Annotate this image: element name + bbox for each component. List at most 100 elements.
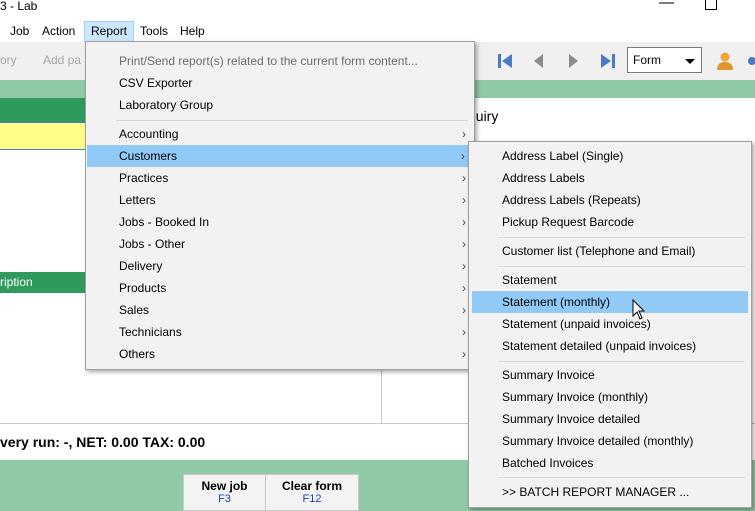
menu-separator <box>499 477 745 478</box>
window-title: 3 - Lab <box>0 0 38 13</box>
submenu-item-statement-monthly[interactable]: Statement (monthly) <box>472 291 748 313</box>
menu-item-practices[interactable]: Practices › <box>86 167 474 189</box>
submenu-item-label: Address Labels (Repeats) <box>502 193 641 207</box>
chevron-right-icon: › <box>462 347 466 361</box>
user-icon[interactable] <box>714 50 736 72</box>
divider <box>381 367 382 423</box>
view-select[interactable]: Form <box>627 47 702 73</box>
new-job-button[interactable]: New job F3 <box>183 474 266 511</box>
menu-item-label: Delivery <box>119 259 163 273</box>
mouse-cursor-icon <box>632 299 646 320</box>
submenu-item-address-label-single[interactable]: Address Label (Single) <box>469 145 751 167</box>
menu-item-label: Customers <box>119 149 178 163</box>
submenu-item-label: Summary Invoice detailed (monthly) <box>502 434 694 448</box>
section-header <box>0 98 85 122</box>
new-job-shortcut: F3 <box>218 493 231 505</box>
chevron-right-icon: › <box>462 237 466 251</box>
menu-separator <box>499 266 745 267</box>
previous-record-icon[interactable] <box>528 50 550 72</box>
title-bar: 3 - Lab — <box>0 0 755 20</box>
menu-item-others[interactable]: Others › <box>86 343 474 365</box>
menu-item-label: Jobs - Other <box>119 237 186 251</box>
chevron-right-icon: › <box>462 215 466 229</box>
menu-separator <box>499 361 745 362</box>
partial-toolbar-icon[interactable] <box>745 52 755 70</box>
menu-item-label: Practices <box>119 171 169 185</box>
last-record-icon[interactable] <box>597 50 619 72</box>
menu-item-label: Accounting <box>119 127 179 141</box>
menu-item-print-send[interactable]: Print/Send report(s) related to the curr… <box>86 50 474 72</box>
menu-item-label: Print/Send report(s) related to the curr… <box>119 54 418 68</box>
submenu-item-label: Statement <box>502 273 557 287</box>
totals-status: very run: -, NET: 0.00 TAX: 0.00 <box>0 434 206 450</box>
clear-form-label: Clear form <box>281 479 343 493</box>
minimize-icon[interactable]: — <box>659 0 674 11</box>
menu-job[interactable]: Job <box>4 21 35 41</box>
new-job-label: New job <box>201 479 248 493</box>
menu-item-delivery[interactable]: Delivery › <box>86 255 474 277</box>
toolbar-add-button[interactable]: Add pa <box>43 53 81 67</box>
menu-report[interactable]: Report <box>84 21 135 43</box>
chevron-right-icon: › <box>462 127 466 141</box>
submenu-item-batch-report-manager[interactable]: >> BATCH REPORT MANAGER ... <box>469 481 751 503</box>
submenu-item-label: Statement (monthly) <box>502 295 611 309</box>
submenu-item-address-labels-repeats[interactable]: Address Labels (Repeats) <box>469 189 751 211</box>
form-area <box>0 150 85 272</box>
menu-item-label: Products <box>119 281 167 295</box>
menu-item-jobs-other[interactable]: Jobs - Other › <box>86 233 474 255</box>
submenu-item-label: Summary Invoice detailed <box>502 412 641 426</box>
chevron-right-icon: › <box>462 303 466 317</box>
submenu-item-label: >> BATCH REPORT MANAGER ... <box>502 485 690 499</box>
submenu-item-label: Summary Invoice (monthly) <box>502 390 649 404</box>
report-menu: Print/Send report(s) related to the curr… <box>85 41 475 370</box>
menu-item-sales[interactable]: Sales › <box>86 299 474 321</box>
toolbar-history-button[interactable]: ory <box>0 53 17 67</box>
menu-help[interactable]: Help <box>174 21 211 41</box>
first-record-icon[interactable] <box>494 50 516 72</box>
submenu-item-label: Statement (unpaid invoices) <box>502 317 651 331</box>
chevron-right-icon: › <box>462 281 466 295</box>
column-header: ription <box>0 272 85 293</box>
submenu-item-label: Batched Invoices <box>502 456 594 470</box>
clear-form-button[interactable]: Clear form F12 <box>265 474 359 511</box>
menu-item-letters[interactable]: Letters › <box>86 189 474 211</box>
submenu-item-statement[interactable]: Statement <box>469 269 751 291</box>
menu-item-label: Jobs - Booked In <box>119 215 210 229</box>
submenu-item-batched-invoices[interactable]: Batched Invoices <box>469 452 751 474</box>
menu-item-technicians[interactable]: Technicians › <box>86 321 474 343</box>
chevron-right-icon: › <box>462 259 466 273</box>
submenu-item-statement-unpaid[interactable]: Statement (unpaid invoices) <box>469 313 751 335</box>
submenu-item-summary-invoice-detailed[interactable]: Summary Invoice detailed <box>469 408 751 430</box>
submenu-item-label: Statement detailed (unpaid invoices) <box>502 339 697 353</box>
submenu-item-label: Pickup Request Barcode <box>502 215 635 229</box>
menu-item-customers[interactable]: Customers › <box>87 145 473 167</box>
menu-action[interactable]: Action <box>36 21 81 41</box>
next-record-icon[interactable] <box>562 50 584 72</box>
submenu-item-label: Customer list (Telephone and Email) <box>502 244 696 258</box>
clear-form-shortcut: F12 <box>302 493 322 505</box>
menu-item-label: Laboratory Group <box>119 98 214 112</box>
menu-item-csv-exporter[interactable]: CSV Exporter <box>86 72 474 94</box>
menu-item-jobs-booked-in[interactable]: Jobs - Booked In › <box>86 211 474 233</box>
view-select-value: Form <box>633 53 661 67</box>
menu-item-label: Others <box>119 347 156 361</box>
customers-submenu: Address Label (Single) Address Labels Ad… <box>468 141 752 508</box>
menu-item-products[interactable]: Products › <box>86 277 474 299</box>
submenu-item-summary-invoice-monthly[interactable]: Summary Invoice (monthly) <box>469 386 751 408</box>
submenu-item-pickup-request-barcode[interactable]: Pickup Request Barcode <box>469 211 751 233</box>
chevron-right-icon: › <box>462 193 466 207</box>
chevron-down-icon <box>685 59 695 64</box>
chevron-right-icon: › <box>462 325 466 339</box>
menu-tools[interactable]: Tools <box>134 21 174 41</box>
submenu-item-summary-invoice-detailed-monthly[interactable]: Summary Invoice detailed (monthly) <box>469 430 751 452</box>
menu-item-accounting[interactable]: Accounting › <box>86 123 474 145</box>
menu-separator <box>499 237 745 238</box>
submenu-item-summary-invoice[interactable]: Summary Invoice <box>469 364 751 386</box>
selected-field[interactable] <box>0 122 85 150</box>
submenu-item-statement-detailed-unpaid[interactable]: Statement detailed (unpaid invoices) <box>469 335 751 357</box>
submenu-item-label: Address Label (Single) <box>502 149 624 163</box>
submenu-item-customer-list[interactable]: Customer list (Telephone and Email) <box>469 240 751 262</box>
submenu-item-address-labels[interactable]: Address Labels <box>469 167 751 189</box>
menu-item-laboratory-group[interactable]: Laboratory Group <box>86 94 474 116</box>
maximize-icon[interactable] <box>705 0 717 10</box>
